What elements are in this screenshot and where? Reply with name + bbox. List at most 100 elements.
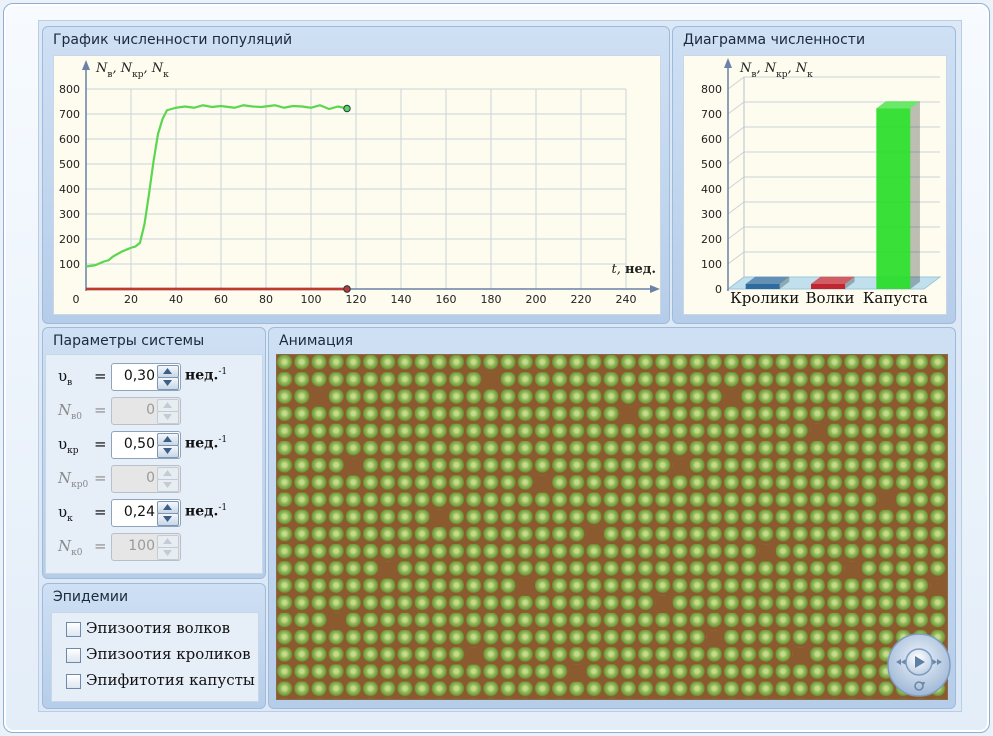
soil-patch	[535, 475, 553, 493]
x-axis-arrow	[650, 285, 660, 293]
spin-down-button[interactable]	[157, 445, 179, 458]
arrow-up-icon	[163, 368, 172, 374]
checkbox[interactable]	[66, 622, 81, 637]
y-tick-label: 200	[59, 233, 80, 246]
param-symbol: υкр	[58, 435, 79, 456]
epidemic-checkbox[interactable]: Эпизоотия кроликов	[66, 645, 276, 667]
bar-y-tick-label: 500	[701, 158, 722, 171]
soil-patch	[810, 423, 828, 441]
param-row: Nк0 = 100	[58, 533, 263, 561]
param-spinbox[interactable]: 0,30	[111, 363, 181, 391]
param-unit: нед.-1	[185, 503, 228, 520]
soil-patch	[793, 647, 811, 665]
bar-category-label: Кролики	[730, 289, 799, 307]
spin-down-button[interactable]	[157, 377, 179, 390]
spin-down-button	[157, 547, 179, 560]
x-tick-label: 20	[124, 293, 138, 306]
bar-y-tick-label: 700	[701, 108, 722, 121]
param-row: Nв0 = 0	[58, 397, 263, 425]
x-tick-label: 140	[391, 293, 412, 306]
param-row: υк = 0,24 нед.-1	[58, 499, 263, 527]
arrow-down-icon	[163, 516, 172, 522]
epidemics-area: Эпизоотия волков Эпизоотия кроликов Эпифит…	[51, 612, 259, 702]
y-axis-arrow	[82, 60, 90, 70]
arrow-up-icon	[163, 504, 172, 510]
checkbox-label: Эпифитотия капусты	[86, 671, 255, 689]
x-tick-label: 200	[526, 293, 547, 306]
checkbox[interactable]	[66, 648, 81, 663]
bar-y-tick-label: 200	[701, 233, 722, 246]
bar-3	[876, 101, 920, 289]
soil-patch	[655, 595, 673, 613]
bar-gridline-side	[727, 101, 745, 115]
x-tick-label: 120	[346, 293, 367, 306]
bar-y-tick-label: 300	[701, 208, 722, 221]
checkbox[interactable]	[66, 674, 81, 689]
bar-y-tick-label: 400	[701, 183, 722, 196]
arrow-up-icon	[163, 402, 172, 408]
param-row: υв = 0,30 нед.-1	[58, 363, 263, 391]
soil-patch	[707, 630, 725, 648]
bar-gridline-side	[727, 226, 745, 240]
param-spinbox[interactable]: 0,24	[111, 499, 181, 527]
param-row: Nкр0 = 0	[58, 465, 263, 493]
param-equals: =	[94, 503, 107, 521]
soil-patch	[311, 389, 329, 407]
soil-patch	[380, 561, 398, 579]
y-tick-label: 400	[59, 183, 80, 196]
population-bar-chart: 0100200300400500600700800Nв, Nкр, NкКрол…	[701, 58, 942, 307]
spin-down-button	[157, 479, 179, 492]
arrow-up-icon	[163, 470, 172, 476]
epidemic-checkbox[interactable]: Эпизоотия волков	[66, 619, 276, 641]
param-value: 100	[128, 538, 155, 554]
animation-field	[276, 354, 948, 700]
graph-panel-title: График численности популяций	[53, 32, 293, 48]
bar-y-tick-label: 100	[701, 258, 722, 271]
arrow-down-icon	[163, 550, 172, 556]
arrow-down-icon	[163, 482, 172, 488]
soil-patch	[758, 544, 776, 562]
graph-area: 100 200 300 400 500 600 700 800 0 20 40 60 80 100 120 1…	[53, 55, 661, 315]
param-unit: нед.-1	[185, 367, 228, 384]
graph-panel: График численности популяций 100 200 300 40…	[42, 26, 670, 324]
x-tick-label: 160	[436, 293, 457, 306]
param-value: 0	[146, 402, 155, 418]
params-area: υв = 0,30 нед.-1 Nв0 = 0 υкр = 0,50 нед.-1 Nкр0 = 0 υк…	[45, 354, 263, 574]
soil-patch	[879, 492, 897, 510]
param-value: 0,50	[123, 436, 155, 452]
param-symbol: Nкр0	[58, 469, 89, 490]
param-symbol: Nв0	[58, 401, 82, 422]
playback-control[interactable]	[886, 632, 952, 698]
arrow-up-icon	[163, 436, 172, 442]
param-row: υкр = 0,50 нед.-1	[58, 431, 263, 459]
diagram-panel-title: Диаграмма численности	[683, 32, 866, 48]
param-spinbox[interactable]: 0,50	[111, 431, 181, 459]
param-symbol: Nк0	[58, 537, 83, 558]
soil-patch	[672, 458, 690, 476]
bar-gridline-side	[727, 201, 745, 215]
spin-down-button[interactable]	[157, 513, 179, 526]
soil-patch	[328, 613, 346, 631]
x-tick-label: 60	[214, 293, 228, 306]
x-tick-label: 40	[169, 293, 183, 306]
diagram-panel: Диаграмма численности 0 100 200 300 400 500 60…	[672, 26, 956, 324]
param-equals: =	[94, 401, 107, 419]
x-tick-label: 80	[259, 293, 273, 306]
series-wolves-line-marker	[343, 285, 351, 293]
y-tick-label: 300	[59, 208, 80, 221]
param-value: 0,24	[123, 504, 155, 520]
series-cabbage-line-marker	[343, 104, 351, 113]
bar-y-tick-label: 800	[701, 83, 722, 96]
soil-patch	[844, 561, 862, 579]
bar-y-tick-label: 0	[715, 283, 722, 296]
soil-patch	[930, 578, 947, 596]
bare-soil-patches	[311, 372, 947, 682]
x-tick-label: 180	[481, 293, 502, 306]
x-tick-label: 240	[616, 293, 637, 306]
param-symbol: υк	[58, 503, 73, 524]
param-spinbox: 0	[111, 465, 181, 493]
chart-grid	[86, 88, 627, 289]
bar-category-label: Капуста	[863, 289, 928, 307]
x-axis-label: t, нед.	[612, 262, 656, 277]
epidemic-checkbox[interactable]: Эпифитотия капусты	[66, 671, 276, 693]
